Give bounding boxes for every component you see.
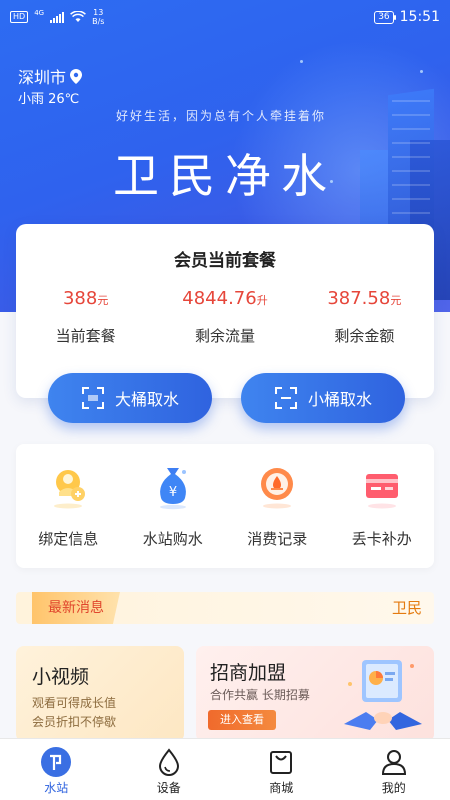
money-bag-icon: ¥	[159, 468, 186, 510]
sparkle	[300, 60, 303, 63]
service-consumption-record[interactable]: 消费记录	[225, 444, 330, 568]
profile-icon	[381, 750, 406, 775]
bind-info-icon	[54, 470, 86, 509]
tab-label: 商城	[269, 781, 294, 795]
consumption-record-icon	[261, 468, 294, 509]
speed-unit: B/s	[92, 17, 105, 26]
tab-device[interactable]: 设备	[113, 739, 226, 800]
service-label: 水站购水	[142, 530, 203, 548]
enter-view-button[interactable]: 进入查看	[208, 710, 276, 730]
service-label: 消费记录	[247, 530, 308, 548]
signal-icon	[50, 11, 65, 23]
big-bucket-label: 大桶取水	[114, 390, 179, 409]
status-bar: HD 4G 13 B/s 36 15:51	[0, 0, 450, 34]
svg-text:¥: ¥	[169, 485, 177, 500]
weather-text: 小雨 26℃	[18, 92, 80, 107]
news-text: 卫民	[391, 599, 422, 617]
partnership-illustration-icon	[344, 660, 422, 730]
stat-unit: 元	[97, 294, 109, 307]
location-pin-icon	[70, 68, 83, 84]
shopping-bag-icon	[270, 751, 293, 774]
scan-icon	[274, 387, 297, 409]
tab-label: 水站	[44, 781, 69, 795]
service-buy-water[interactable]: ¥ 水站购水	[121, 444, 226, 568]
stat-remaining-balance[interactable]: 387.58元 剩余金额	[295, 288, 434, 346]
service-label: 绑定信息	[38, 530, 99, 548]
hd-badge: HD	[10, 11, 29, 23]
stat-label: 剩余金额	[334, 327, 395, 345]
network-type: 4G	[34, 9, 45, 17]
promo-join-subtitle: 合作共赢 长期招募	[210, 688, 310, 702]
tab-label: 设备	[156, 781, 181, 795]
promo-video-title: 小视频	[32, 666, 90, 688]
wifi-icon	[70, 11, 87, 22]
tab-station[interactable]: 水站	[0, 739, 113, 800]
stat-value: 388	[62, 288, 98, 309]
stat-remaining-volume[interactable]: 4844.76升 剩余流量	[155, 288, 294, 346]
member-plan-card: 会员当前套餐 388元 当前套餐 4844.76升 剩余流量 387.58元 剩…	[16, 224, 434, 398]
stat-unit: 升	[256, 294, 268, 307]
service-card-replace[interactable]: 丢卡补办	[330, 444, 435, 568]
location-selector[interactable]: 深圳市	[18, 64, 83, 88]
sparkle	[420, 70, 423, 73]
service-grid: 绑定信息 ¥ 水站购水 消费记录 丢卡补办	[16, 444, 434, 568]
service-bind-info[interactable]: 绑定信息	[16, 444, 121, 568]
stat-label: 剩余流量	[194, 327, 255, 345]
city-name: 深圳市	[18, 68, 67, 87]
clock: 15:51	[399, 9, 440, 25]
member-plan-title: 会员当前套餐	[174, 251, 276, 271]
scan-icon	[81, 387, 104, 409]
news-tag: 最新消息	[32, 592, 120, 624]
battery-icon: 36	[374, 10, 397, 24]
network-speed: 13 B/s	[92, 8, 104, 26]
stat-label: 当前套餐	[55, 327, 116, 345]
promo-video-line1: 观看可得成长值	[32, 696, 117, 710]
brand-title: 卫民净水	[113, 149, 337, 203]
stat-value: 4844.76	[182, 288, 257, 309]
promo-join-title: 招商加盟	[210, 662, 287, 684]
water-drop-icon	[158, 748, 179, 776]
tab-label: 我的	[381, 781, 406, 795]
tab-mall[interactable]: 商城	[225, 739, 338, 800]
news-bar[interactable]: 最新消息 卫民	[16, 592, 434, 624]
promo-join-card[interactable]: 招商加盟 合作共赢 长期招募 进入查看	[196, 646, 434, 742]
big-bucket-button[interactable]: 大桶取水	[48, 373, 212, 423]
service-label: 丢卡补办	[351, 530, 412, 548]
stat-current-plan[interactable]: 388元 当前套餐	[16, 288, 155, 346]
member-stats: 388元 当前套餐 4844.76升 剩余流量 387.58元 剩余金额	[16, 288, 434, 346]
slogan: 好好生活，因为总有个人牵挂着你	[116, 109, 327, 123]
small-bucket-button[interactable]: 小桶取水	[241, 373, 405, 423]
promo-video-line2: 会员折扣不停歇	[32, 715, 117, 729]
stat-unit: 元	[390, 294, 402, 307]
station-icon	[41, 747, 72, 777]
small-bucket-label: 小桶取水	[307, 390, 372, 409]
stat-value: 387.58	[327, 288, 391, 309]
promo-video-card[interactable]: 小视频 观看可得成长值 会员折扣不停歇	[16, 646, 184, 742]
card-replace-icon	[365, 474, 398, 509]
bottom-tab-bar: 水站 设备 商城 我的	[0, 738, 450, 800]
speed-value: 13	[93, 8, 104, 17]
tab-profile[interactable]: 我的	[338, 739, 450, 800]
